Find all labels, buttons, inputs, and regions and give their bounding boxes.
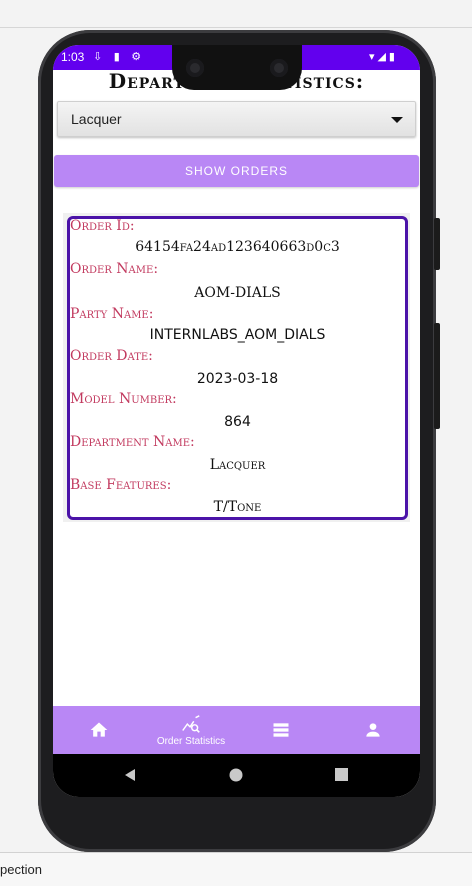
back-icon[interactable]	[123, 768, 137, 782]
home-icon	[90, 722, 108, 737]
order-name-label: Order Name:	[70, 261, 159, 277]
department-name-value: Lacquer	[209, 457, 266, 473]
nav-item-order-statistics[interactable]: Order Statistics	[141, 706, 241, 754]
camera-icon	[186, 59, 204, 77]
model-number-value: 864	[224, 414, 251, 430]
power-button	[434, 218, 440, 270]
base-features-value: T/Tone	[213, 499, 262, 515]
party-name-label: Party Name:	[70, 306, 154, 322]
camera-icon	[270, 59, 288, 77]
nav-item-home[interactable]	[81, 706, 117, 754]
bottom-navigation: Order Statistics	[53, 706, 420, 754]
order-id-value: 64154fa24ad123640663d0c3	[135, 239, 340, 255]
recents-icon[interactable]	[335, 768, 348, 781]
host-window-divider	[0, 27, 472, 28]
order-date-label: Order Date:	[70, 348, 153, 364]
status-notification-icons: ⇩ ▮ ⚙	[93, 50, 146, 63]
department-name-label: Department Name:	[70, 434, 195, 450]
host-bottom-bar: pection	[0, 852, 472, 886]
host-bottom-text: pection	[0, 862, 42, 877]
order-card: Order Id: 64154fa24ad123640663d0c3 Order…	[67, 216, 408, 520]
model-number-label: Model Number:	[70, 391, 177, 407]
department-dropdown[interactable]: Lacquer	[57, 101, 416, 137]
department-dropdown-value: Lacquer	[71, 111, 122, 127]
order-date-value: 2023-03-18	[196, 371, 279, 387]
camera-notch	[172, 45, 302, 90]
home-circle-icon[interactable]	[229, 768, 243, 782]
base-features-label: Base Features:	[70, 477, 172, 493]
status-system-icons: ▾◢▮	[368, 50, 398, 63]
party-name-value: INTERNLABS_AOM_DIALS	[149, 327, 326, 343]
nav-item-order-statistics-label: Order Statistics	[156, 736, 226, 747]
nav-item-profile[interactable]	[355, 706, 391, 754]
show-orders-button[interactable]: SHOW ORDERS	[54, 155, 419, 187]
order-name-value: AOM-DIALS	[194, 285, 281, 301]
nav-item-list[interactable]	[263, 706, 299, 754]
person-icon	[366, 723, 380, 737]
query-stats-icon	[182, 715, 200, 733]
list-icon	[273, 723, 289, 737]
device-screen: 1:03 ⇩ ▮ ⚙ ▾◢▮ Department Statistics: La…	[53, 45, 420, 797]
order-id-label: Order Id:	[70, 218, 135, 234]
status-time: 1:03	[61, 50, 85, 64]
volume-button	[434, 323, 440, 429]
chevron-down-icon	[391, 117, 403, 123]
system-navigation-bar	[53, 754, 420, 797]
